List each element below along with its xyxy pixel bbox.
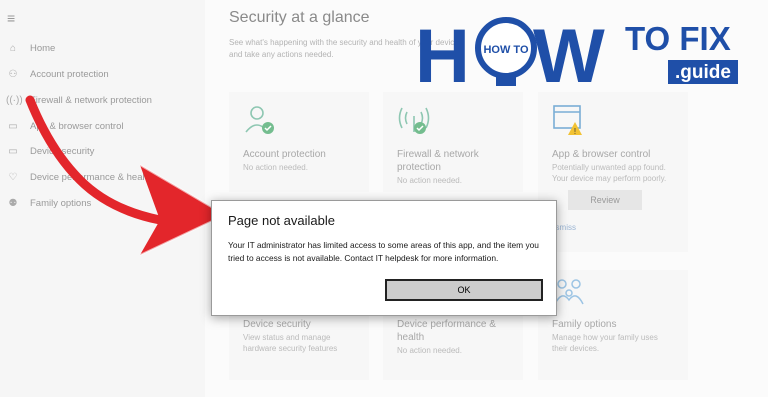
ok-button[interactable]: OK bbox=[385, 279, 543, 301]
heart-icon: ♡ bbox=[8, 172, 18, 183]
logo-letter-h: H bbox=[415, 14, 470, 90]
review-button[interactable]: Review bbox=[568, 190, 642, 210]
person-icon: ⚇ bbox=[8, 69, 18, 80]
card-title: Family options bbox=[552, 319, 617, 330]
dialog-title: Page not available bbox=[228, 213, 335, 228]
card-title: Device performance & health bbox=[397, 319, 496, 343]
card-status: No action needed. bbox=[397, 346, 462, 355]
wifi-check-icon bbox=[398, 107, 430, 134]
card-app-browser[interactable]: ! App & browser control Potentially unwa… bbox=[538, 92, 688, 252]
card-title: Firewall & network protection bbox=[397, 149, 479, 173]
family-icon: ⚉ bbox=[8, 198, 18, 209]
card-firewall[interactable]: Firewall & network protection No action … bbox=[383, 92, 523, 192]
family-icon bbox=[554, 279, 584, 305]
svg-text:!: ! bbox=[574, 127, 576, 136]
card-title: App & browser control bbox=[552, 149, 651, 160]
dialog-message: Your IT administrator has limited access… bbox=[228, 240, 539, 263]
logo-bulb-text: HOW TO bbox=[483, 44, 528, 56]
card-family-options[interactable]: Family options Manage how your family us… bbox=[538, 270, 688, 380]
wifi-signal-icon: ((·)) bbox=[6, 95, 23, 106]
logo-letter-w: W bbox=[533, 14, 605, 90]
sidebar-item-label: Home bbox=[30, 43, 56, 54]
card-status: Manage how your family uses their device… bbox=[552, 333, 658, 353]
card-status: No action needed. bbox=[397, 176, 462, 185]
laptop-icon: ▭ bbox=[8, 146, 18, 157]
home-icon: ⌂ bbox=[9, 43, 17, 54]
page-title: Security at a glance bbox=[229, 9, 370, 26]
logo-to-fix: TO FIX bbox=[625, 20, 731, 57]
card-status: View status and manage hardware security… bbox=[243, 333, 338, 353]
page-not-available-dialog: Page not available Your IT administrator… bbox=[211, 200, 557, 316]
sidebar-item-home[interactable]: ⌂ Home bbox=[6, 43, 55, 54]
logo-guide: .guide bbox=[675, 62, 731, 83]
card-status: Potentially unwanted app found. Your dev… bbox=[552, 163, 667, 183]
sidebar-item-label: Account protection bbox=[30, 69, 109, 80]
sidebar-item-account-protection[interactable]: ⚇ Account protection bbox=[6, 69, 109, 80]
browser-warning-icon: ! bbox=[553, 105, 582, 136]
howtofix-logo: H HOW TO W TO FIX .guide bbox=[415, 14, 738, 90]
hamburger-menu-icon[interactable]: ≡ bbox=[7, 10, 15, 26]
browser-window-icon: ▭ bbox=[8, 121, 18, 132]
